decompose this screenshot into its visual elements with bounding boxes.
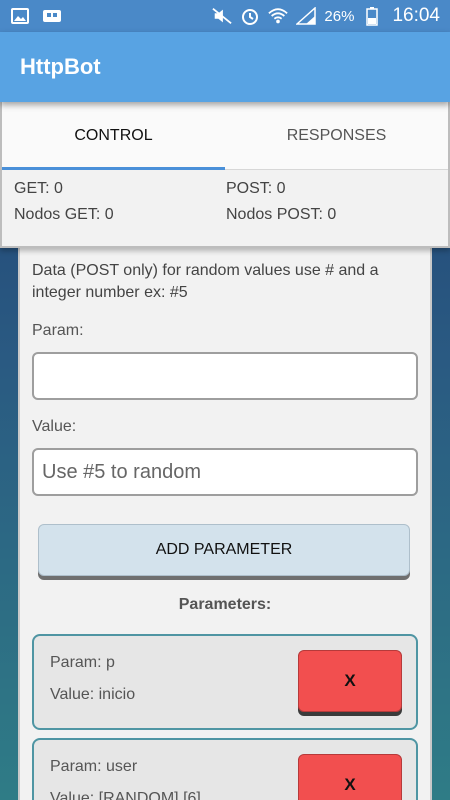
delete-parameter-button[interactable]: X (298, 650, 402, 712)
clock: 16:04 (392, 5, 440, 26)
battery-level: 26% (324, 7, 355, 25)
parameters-title: Parameters: (178, 596, 272, 613)
value-input[interactable] (42, 450, 416, 494)
post-data-hint: Data (POST only) for random values use #… (32, 262, 379, 301)
wifi-icon (268, 7, 289, 25)
nodos-get-count: Nodos GET: 0 (14, 206, 114, 223)
param-field-wrapper (32, 352, 418, 400)
tabs-card: CONTROL RESPONSES GET: 0 POST: 0 Nodos G… (0, 102, 450, 248)
app-bar: HttpBot (0, 32, 450, 102)
app-title: HttpBot (20, 54, 101, 79)
tab-responses[interactable]: RESPONSES (225, 102, 448, 169)
parameter-card: Param: user Value: [RANDOM] [6] X (32, 738, 418, 800)
parameter-card: Param: p Value: inicio X (32, 634, 418, 730)
post-count: POST: 0 (226, 180, 286, 197)
battery-icon (362, 7, 382, 26)
image-icon (10, 7, 30, 25)
add-parameter-button[interactable]: ADD PARAMETER (38, 524, 410, 576)
notification-icon (42, 7, 62, 25)
value-field-wrapper (32, 448, 418, 496)
stats-panel: GET: 0 POST: 0 Nodos GET: 0 Nodos POST: … (2, 170, 448, 224)
signal-icon (296, 7, 317, 25)
mute-icon (212, 7, 233, 25)
tab-control[interactable]: CONTROL (2, 102, 225, 170)
tab-bar: CONTROL RESPONSES (2, 102, 448, 170)
status-bar: 26% 16:04 (0, 0, 450, 32)
get-count: GET: 0 (14, 180, 63, 197)
param-input[interactable] (42, 354, 416, 398)
alarm-icon (240, 7, 260, 25)
value-label: Value: (32, 418, 77, 435)
delete-parameter-button[interactable]: X (298, 754, 402, 800)
param-label: Param: (32, 322, 84, 339)
control-panel: Data (POST only) for random values use #… (18, 248, 432, 800)
nodos-post-count: Nodos POST: 0 (226, 206, 337, 223)
